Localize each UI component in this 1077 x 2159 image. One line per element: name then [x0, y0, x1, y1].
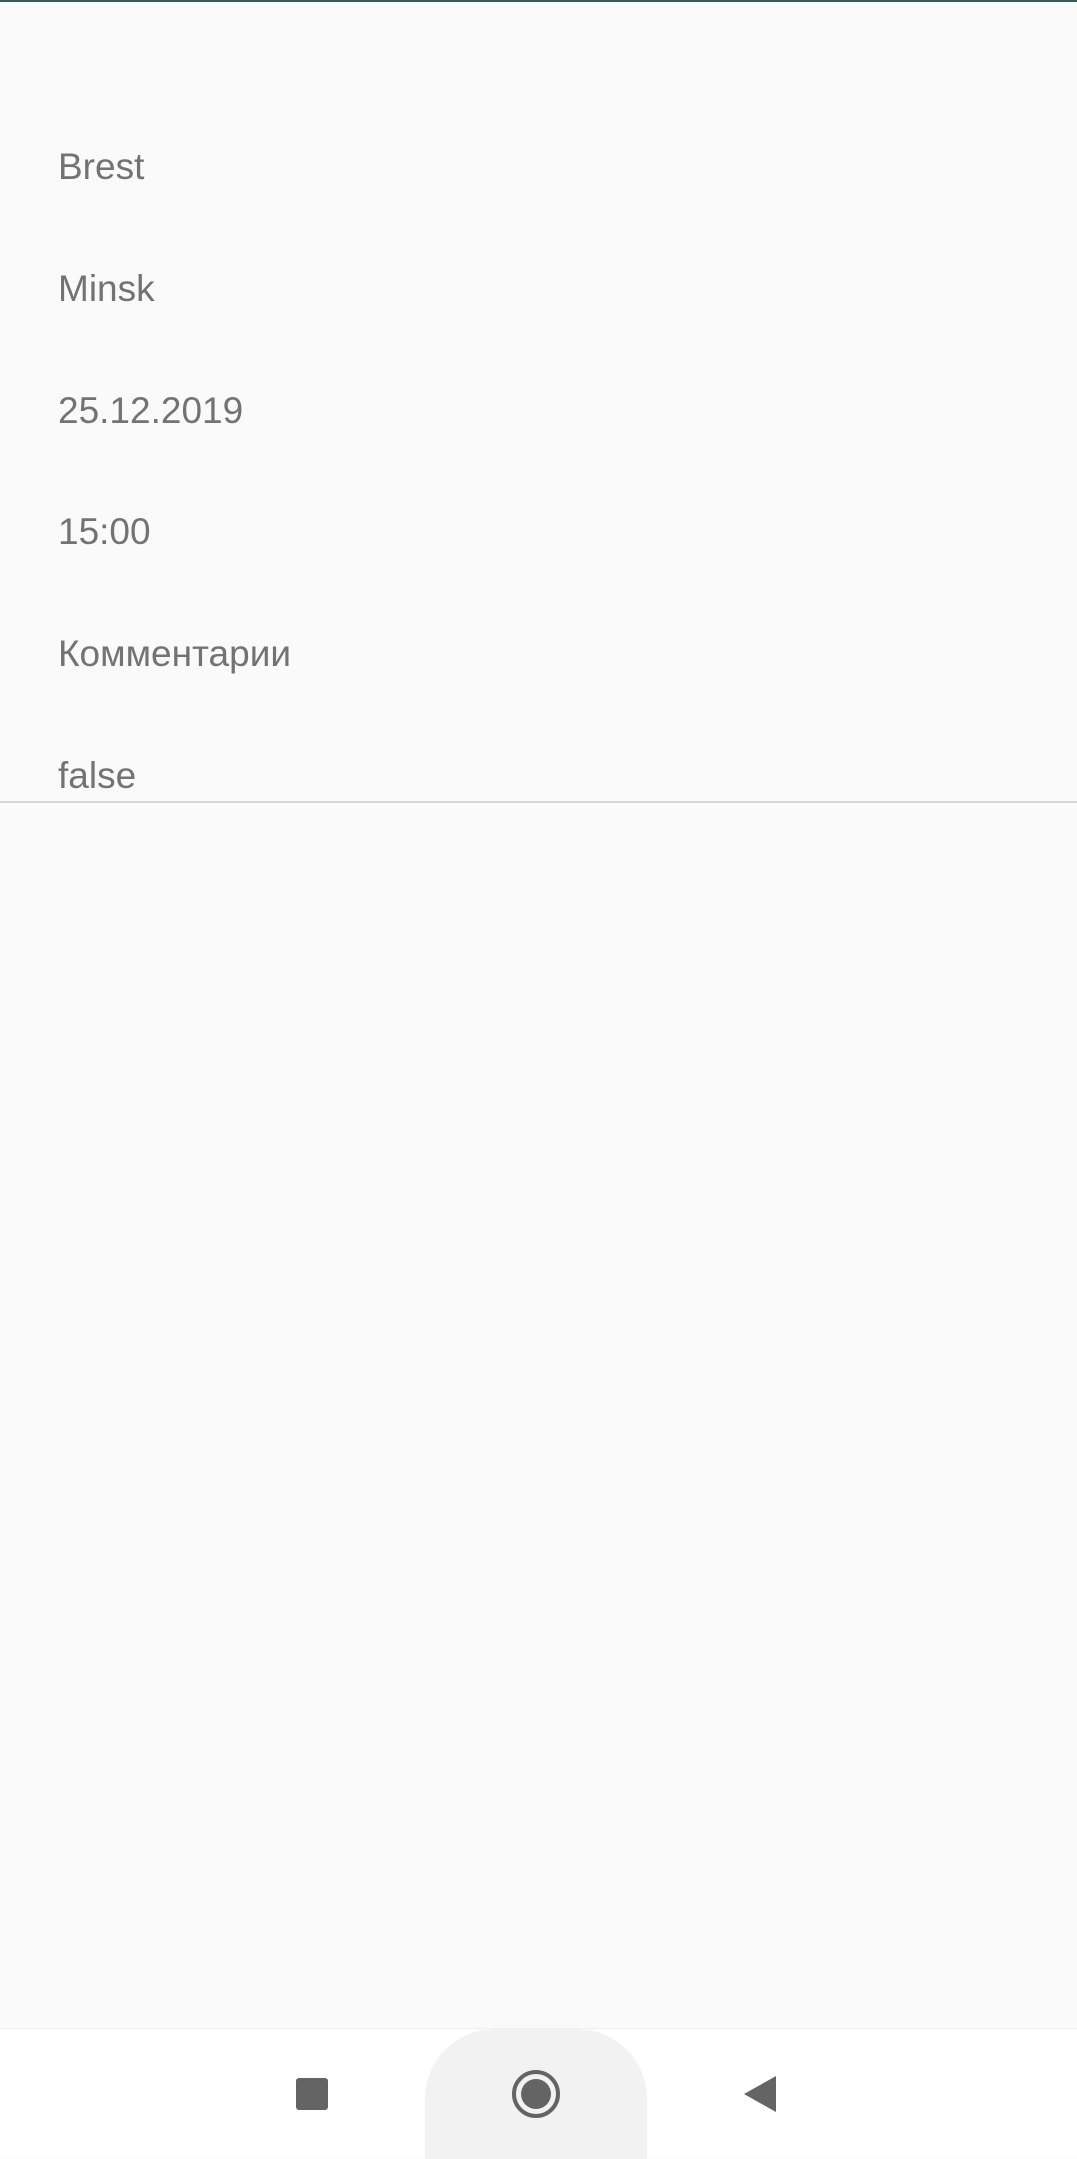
- recents-button[interactable]: [252, 2029, 372, 2159]
- arrival-city: Minsk: [58, 268, 155, 309]
- back-button[interactable]: [700, 2029, 820, 2159]
- departure-city: Brest: [58, 146, 145, 187]
- divider: [0, 801, 1077, 803]
- trip-date: 25.12.2019: [58, 390, 244, 431]
- trip-details: Brest Minsk 25.12.2019 15:00 Комментарии…: [0, 0, 1077, 803]
- square-recents-icon: [296, 2078, 328, 2110]
- trip-comment: Комментарии: [58, 633, 292, 674]
- trip-flag-value: false: [58, 755, 137, 796]
- system-navigation-bar: [0, 2028, 1077, 2159]
- trip-time: 15:00: [58, 511, 151, 552]
- circle-home-icon: [512, 2070, 560, 2118]
- home-button[interactable]: [425, 2029, 647, 2159]
- triangle-back-icon: [744, 2076, 776, 2112]
